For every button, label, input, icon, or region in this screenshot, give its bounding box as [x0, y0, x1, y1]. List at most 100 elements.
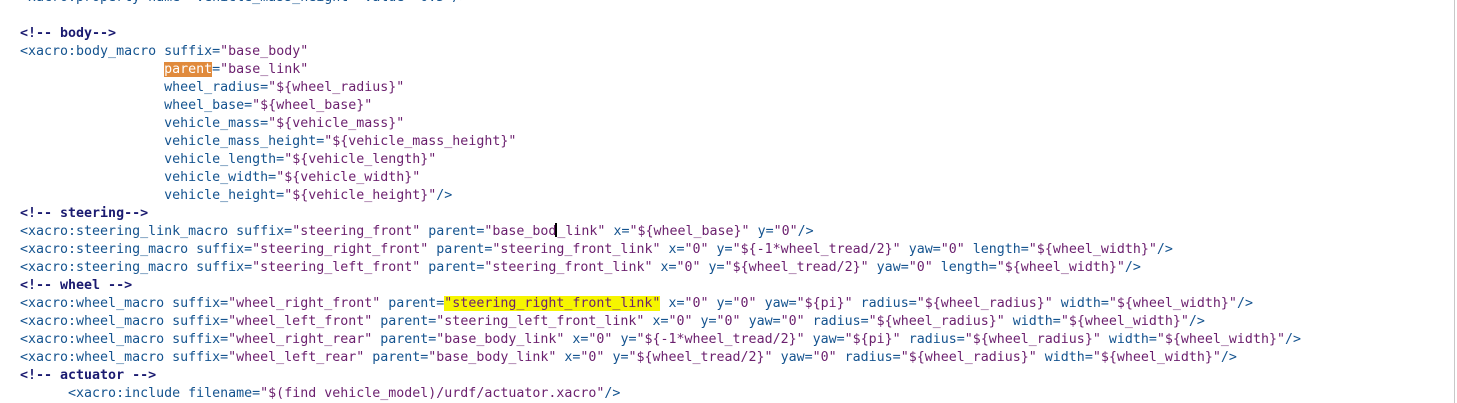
code-token: "0" — [812, 350, 837, 365]
code-token: "0" — [684, 296, 709, 311]
code-token: radius= — [852, 296, 917, 311]
code-token: "0" — [580, 350, 605, 365]
code-token: <!-- steering--> — [20, 206, 149, 221]
code-line[interactable]: vehicle_mass_height="${vehicle_mass_heig… — [20, 133, 1301, 151]
code-token: radius= — [836, 350, 901, 365]
code-token: "${vehicle_mass}" — [268, 116, 405, 131]
code-line[interactable]: <xacro:wheel_macro suffix="wheel_left_fr… — [20, 313, 1301, 331]
code-token: yaw= — [868, 260, 909, 275]
code-token: x= — [652, 260, 677, 275]
code-line[interactable]: <!-- steering--> — [20, 205, 1301, 223]
code-token: "0" — [940, 242, 965, 257]
code-token: "${wheel_width}" — [1108, 296, 1237, 311]
code-line[interactable]: <xacro:property name="vehicle_mass_heigh… — [20, 0, 1301, 7]
code-token: y= — [700, 260, 725, 275]
code-line[interactable]: <xacro:body_macro suffix="base_body" — [20, 43, 1301, 61]
code-line[interactable]: wheel_base="${wheel_base}" — [20, 97, 1301, 115]
code-line[interactable]: vehicle_mass="${vehicle_mass}" — [20, 115, 1301, 133]
code-token: "${vehicle_mass_height}" — [324, 134, 517, 149]
code-token: <xacro:steering_macro suffix= — [20, 260, 253, 275]
code-token: "${wheel_base}" — [252, 98, 373, 113]
code-token: "${-1*wheel_tread/2}" — [636, 332, 805, 347]
code-token: <xacro:wheel_macro suffix= — [20, 296, 229, 311]
code-token: "0" — [588, 332, 613, 347]
code-token: "wheel_left_rear" — [228, 350, 365, 365]
code-token: radius= — [804, 314, 869, 329]
code-token: y= — [604, 350, 629, 365]
code-line[interactable] — [20, 7, 1301, 25]
code-token: <xacro:wheel_macro suffix= — [20, 314, 229, 329]
code-token: <!-- body--> — [20, 26, 117, 41]
code-token: parent= — [380, 296, 445, 311]
code-line[interactable]: vehicle_length="${vehicle_length}" — [20, 151, 1301, 169]
code-token: y= — [708, 296, 733, 311]
code-token: vehicle_width= — [20, 170, 277, 185]
code-token: "${wheel_tread/2}" — [724, 260, 869, 275]
code-line[interactable]: <xacro:wheel_macro suffix="wheel_right_r… — [20, 331, 1301, 349]
code-token: x= — [660, 242, 685, 257]
code-line[interactable]: <!-- wheel --> — [20, 277, 1301, 295]
code-token: "${wheel_width}" — [1060, 314, 1189, 329]
code-token: y= — [692, 314, 717, 329]
code-line[interactable]: <!-- actuator --> — [20, 367, 1301, 385]
code-token: yaw= — [740, 314, 781, 329]
code-token: "0" — [676, 260, 701, 275]
code-line[interactable]: <xacro:steering_macro suffix="steering_r… — [20, 241, 1301, 259]
code-line[interactable]: <xacro:wheel_macro suffix="wheel_right_f… — [20, 295, 1301, 313]
code-token: /> — [1284, 332, 1301, 347]
code-token: /> — [1124, 260, 1141, 275]
code-token: parent — [164, 62, 213, 77]
code-token: "$(find vehicle_model)/urdf/actuator.xac… — [260, 386, 605, 401]
code-area[interactable]: <xacro:property name="vehicle_mass_heigh… — [20, 0, 1301, 403]
code-token: "0" — [780, 314, 805, 329]
code-token: x= — [564, 332, 589, 347]
code-token: <!-- wheel --> — [20, 278, 133, 293]
code-line[interactable]: <xacro:wheel_macro suffix="wheel_left_re… — [20, 349, 1301, 367]
code-token: radius= — [900, 332, 965, 347]
code-token: <xacro:property name="vehicle_mass_heigh… — [20, 0, 468, 5]
code-line[interactable]: <xacro:include filename="$(find vehicle_… — [20, 385, 1301, 403]
code-token: "base_bod — [484, 224, 557, 239]
code-line[interactable]: wheel_radius="${wheel_radius}" — [20, 79, 1301, 97]
code-line[interactable]: <xacro:steering_link_macro suffix="steer… — [20, 223, 1301, 241]
code-token: "0" — [684, 242, 709, 257]
code-token: /> — [797, 224, 814, 239]
code-line[interactable]: <!-- body--> — [20, 25, 1301, 43]
code-token: wheel_radius= — [20, 80, 269, 95]
code-line[interactable]: parent="base_link" — [20, 61, 1301, 79]
code-token: vehicle_mass_height= — [20, 134, 325, 149]
code-token: "${pi}" — [796, 296, 853, 311]
code-token: /> — [1220, 350, 1237, 365]
code-line[interactable]: vehicle_height="${vehicle_height}"/> — [20, 187, 1301, 205]
code-token: "steering_right_front" — [252, 242, 429, 257]
code-token: yaw= — [772, 350, 813, 365]
code-token: "base_body_link" — [428, 350, 557, 365]
code-token: <xacro:wheel_macro suffix= — [20, 332, 229, 347]
code-token: y= — [612, 332, 637, 347]
code-token: <!-- actuator --> — [20, 368, 157, 383]
code-line[interactable]: <xacro:steering_macro suffix="steering_l… — [20, 259, 1301, 277]
code-token: "${wheel_radius}" — [916, 296, 1053, 311]
code-token: x= — [660, 296, 685, 311]
code-token: y= — [708, 242, 733, 257]
code-token: width= — [1100, 332, 1157, 347]
code-token: "${wheel_tread/2}" — [628, 350, 773, 365]
code-token: "${wheel_width}" — [1156, 332, 1285, 347]
code-editor[interactable]: <xacro:property name="vehicle_mass_heigh… — [0, 0, 1457, 403]
code-token: x= — [556, 350, 581, 365]
code-token: "steering_front" — [292, 224, 421, 239]
code-line[interactable]: vehicle_width="${vehicle_width}" — [20, 169, 1301, 187]
code-token: "${wheel_radius}" — [268, 80, 405, 95]
code-token: "${wheel_width}" — [1028, 242, 1157, 257]
code-token: "steering_left_front" — [252, 260, 421, 275]
code-token: vehicle_height= — [20, 188, 285, 203]
code-token: <xacro:wheel_macro suffix= — [20, 350, 229, 365]
code-token: "base_body_link" — [436, 332, 565, 347]
code-token: "${vehicle_width}" — [276, 170, 421, 185]
code-token: "${wheel_width}" — [996, 260, 1125, 275]
code-token: width= — [1004, 314, 1061, 329]
code-token: yaw= — [804, 332, 845, 347]
code-token: "${wheel_radius}" — [964, 332, 1101, 347]
code-token: parent= — [372, 332, 437, 347]
